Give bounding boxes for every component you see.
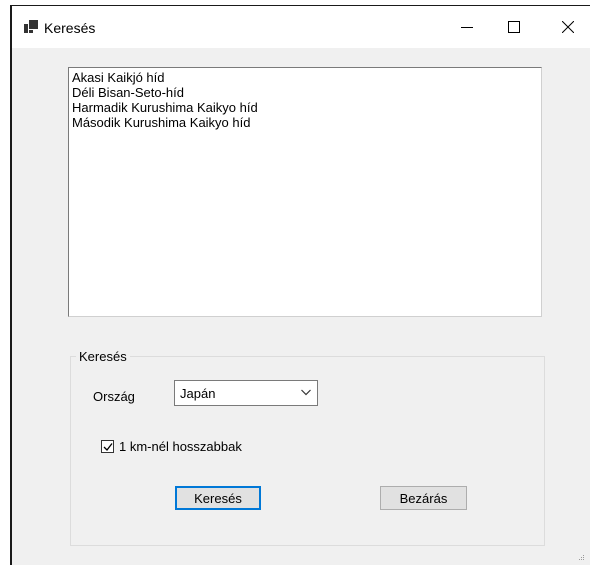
list-item[interactable]: Déli Bisan-Seto-híd — [72, 85, 538, 100]
country-label: Ország — [93, 389, 135, 404]
list-item[interactable]: Második Kurushima Kaikyo híd — [72, 115, 538, 130]
bridge-listbox[interactable]: Akasi Kaikjó híd Déli Bisan-Seto-híd Har… — [68, 67, 542, 317]
country-select-value: Japán — [180, 386, 216, 401]
close-icon — [562, 21, 574, 33]
search-button[interactable]: Keresés — [175, 486, 261, 510]
app-icon — [24, 20, 38, 33]
longer-than-1km-checkbox[interactable] — [101, 440, 114, 453]
window-title: Keresés — [44, 20, 96, 36]
search-window: Keresés Akasi Kaikjó híd Déli Bisan-Seto… — [10, 5, 590, 565]
checkmark-icon — [103, 443, 113, 451]
close-button[interactable]: Bezárás — [380, 486, 467, 510]
maximize-button[interactable] — [491, 6, 537, 48]
chevron-down-icon — [301, 389, 311, 396]
minimize-button[interactable] — [444, 6, 490, 48]
maximize-icon — [508, 21, 520, 33]
resize-grip-icon[interactable] — [577, 553, 585, 561]
close-window-button[interactable] — [545, 6, 591, 48]
list-item[interactable]: Harmadik Kurushima Kaikyo híd — [72, 100, 538, 115]
list-item[interactable]: Akasi Kaikjó híd — [72, 70, 538, 85]
search-group-legend: Keresés — [76, 349, 130, 364]
longer-than-1km-label[interactable]: 1 km-nél hosszabbak — [119, 439, 242, 454]
title-bar[interactable]: Keresés — [12, 6, 590, 48]
minimize-icon — [461, 27, 473, 28]
country-select[interactable]: Japán — [174, 380, 318, 406]
